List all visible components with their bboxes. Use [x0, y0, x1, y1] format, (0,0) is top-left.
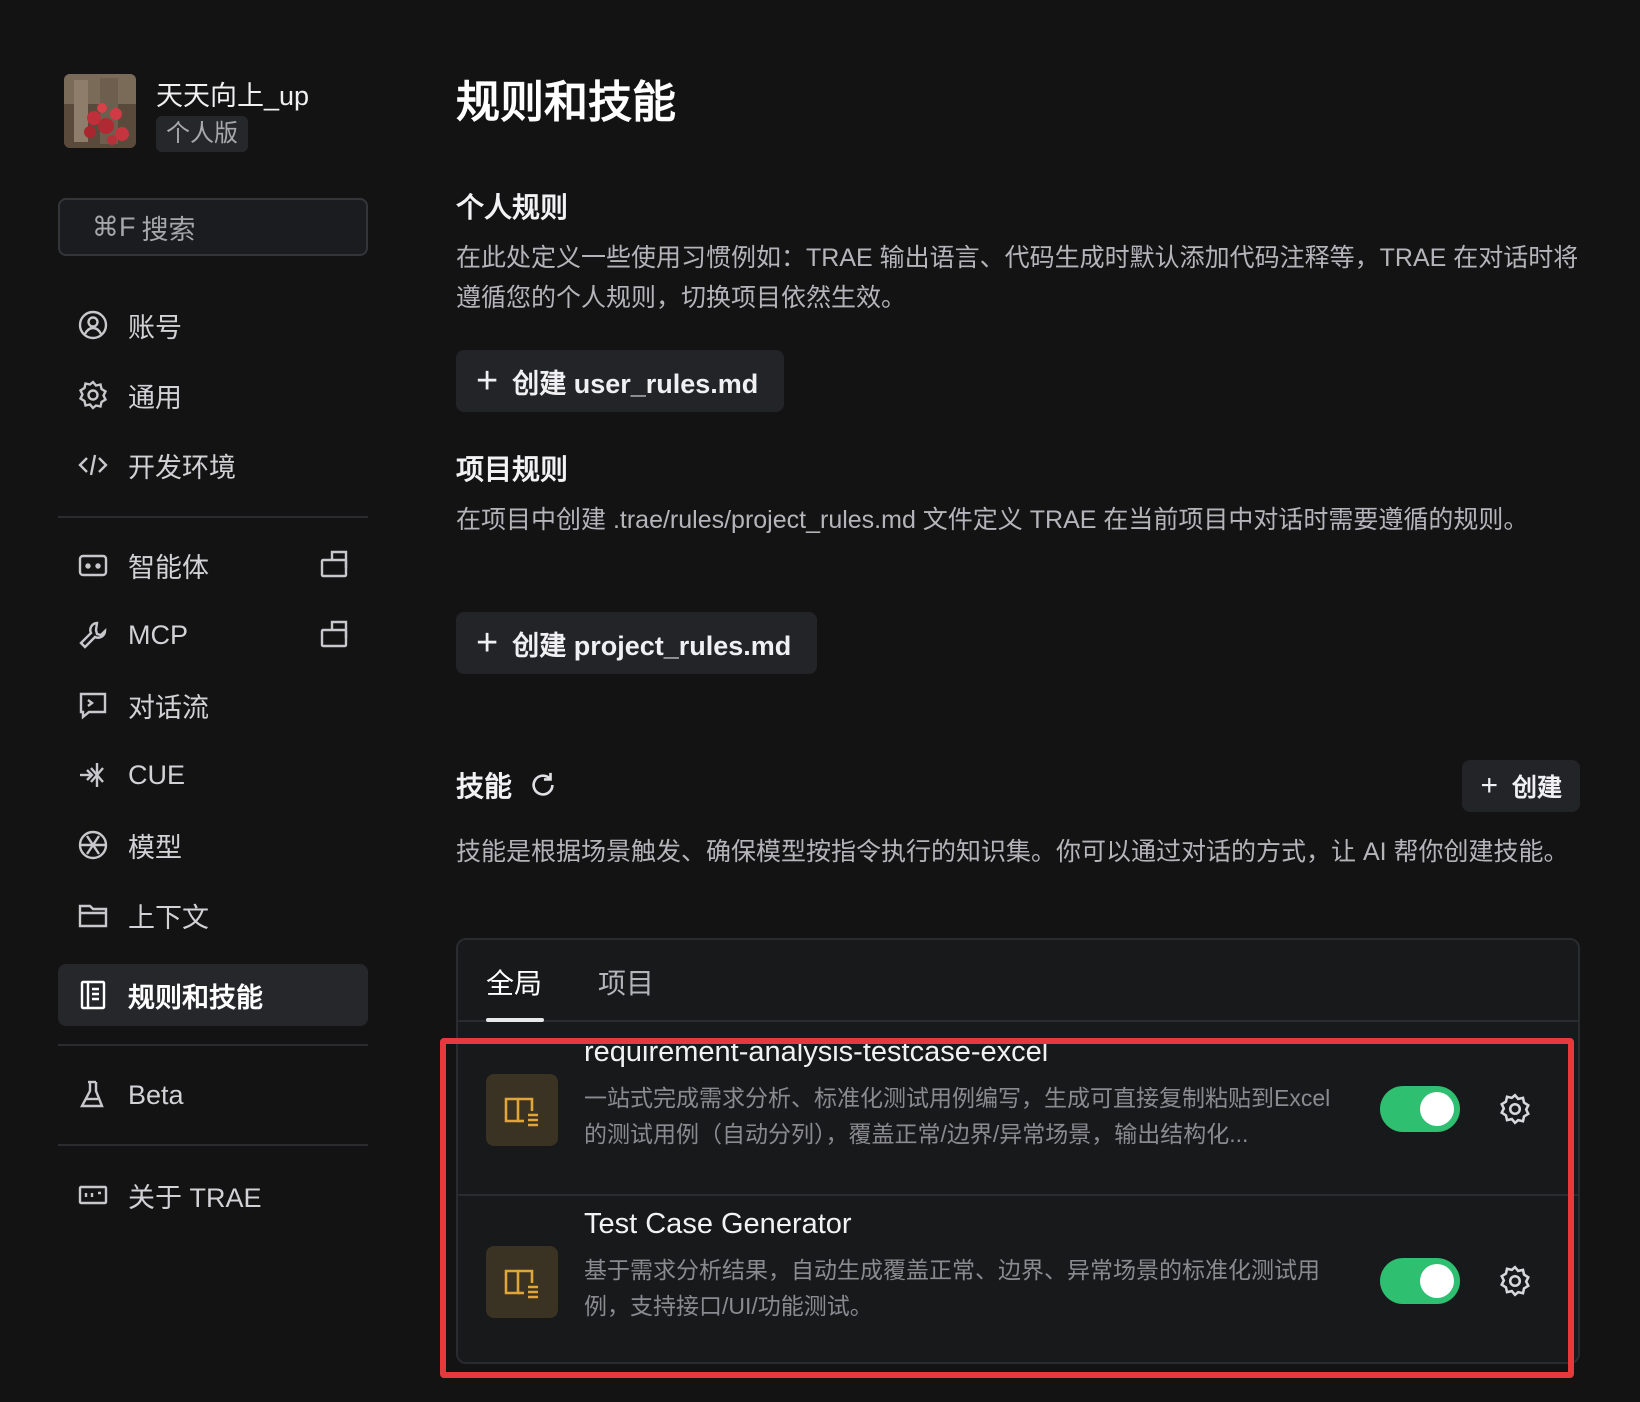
skill-description: 基于需求分析结果，自动生成覆盖正常、边界、异常场景的标准化测试用例，支持接口/U…: [584, 1257, 1320, 1319]
sidebar-item-label: 关于 TRAE: [128, 1182, 262, 1213]
create-project-rules-label: 创建 project_rules.md: [512, 630, 792, 661]
sidebar-item-mcp[interactable]: MCP: [58, 604, 368, 666]
skills-header: 技能: [456, 765, 558, 805]
sidebar-item-label: MCP: [128, 619, 188, 650]
code-icon: [76, 448, 110, 482]
sidebar: 天天向上_up 个人版 ⌘F 搜索 账号 通用 开发环境 智能体 MCP 对话流…: [0, 0, 400, 1402]
folder-icon: [76, 898, 110, 932]
plus-icon: +: [476, 360, 499, 402]
model-icon: [76, 828, 110, 862]
create-user-rules-button[interactable]: + 创建 user_rules.md: [456, 350, 785, 412]
sidebar-item-general[interactable]: 通用: [58, 364, 368, 426]
plus-icon: +: [476, 622, 499, 664]
skill-row[interactable]: requirement-analysis-testcase-excel 一站式完…: [458, 1024, 1578, 1194]
username: 天天向上_up: [156, 81, 310, 111]
skills-description: 技能是根据场景触发、确保模型按指令执行的知识集。你可以通过对话的方式，让 AI …: [456, 838, 1569, 866]
skill-description: 一站式完成需求分析、标准化测试用例编写，生成可直接复制粘贴到Excel的测试用例…: [584, 1085, 1331, 1147]
sidebar-item-label: Beta: [128, 1079, 184, 1110]
user-profile[interactable]: 天天向上_up 个人版: [64, 74, 309, 152]
book-icon: [486, 1246, 558, 1318]
sidebar-item-label: 账号: [128, 312, 182, 343]
external-link-icon[interactable]: [318, 548, 350, 580]
account-icon: [76, 308, 110, 342]
create-skill-label: 创建: [1511, 774, 1562, 802]
sidebar-item-label: 上下文: [128, 902, 209, 933]
personal-rules-description: 在此处定义一些使用习惯例如：TRAE 输出语言、代码生成时默认添加代码注释等，T…: [456, 244, 1579, 312]
skills-tabs: 全局 项目: [458, 940, 1578, 1022]
divider: [58, 516, 368, 518]
sidebar-item-label: 规则和技能: [128, 982, 263, 1013]
tab-project[interactable]: 项目: [598, 962, 654, 1002]
about-icon: [76, 1178, 110, 1212]
skills-panel: 全局 项目 requirement-analysis-testcase-exce…: [456, 938, 1580, 1364]
gear-icon[interactable]: [1498, 1092, 1532, 1126]
flask-icon: [76, 1078, 110, 1112]
wrench-icon: [76, 618, 110, 652]
sidebar-item-rules-skills[interactable]: 规则和技能: [58, 964, 368, 1026]
external-link-icon[interactable]: [318, 618, 350, 650]
skill-name: requirement-analysis-testcase-excel: [584, 1036, 1049, 1068]
avatar[interactable]: [64, 74, 136, 148]
sidebar-item-label: 开发环境: [128, 452, 236, 483]
sidebar-item-beta[interactable]: Beta: [58, 1064, 368, 1126]
sidebar-item-model[interactable]: 模型: [58, 814, 368, 876]
project-rules-title: 项目规则: [456, 454, 569, 485]
sidebar-item-label: 模型: [128, 832, 182, 863]
search-label: 搜索: [141, 214, 196, 245]
search-input[interactable]: ⌘F 搜索: [58, 198, 368, 256]
plus-icon: +: [1480, 769, 1498, 802]
sidebar-item-dev-env[interactable]: 开发环境: [58, 434, 368, 496]
skill-row[interactable]: Test Case Generator 基于需求分析结果，自动生成覆盖正常、边界…: [458, 1194, 1578, 1364]
sidebar-item-agent[interactable]: 智能体: [58, 534, 368, 596]
sidebar-item-context[interactable]: 上下文: [58, 884, 368, 946]
create-skill-button[interactable]: + 创建: [1462, 760, 1580, 812]
gear-icon: [76, 378, 110, 412]
skill-name: Test Case Generator: [584, 1208, 852, 1240]
sidebar-item-label: 智能体: [128, 552, 209, 583]
skills-title: 技能: [456, 771, 513, 802]
sidebar-item-about[interactable]: 关于 TRAE: [58, 1164, 368, 1226]
search-shortcut: ⌘F: [92, 211, 136, 242]
sidebar-item-cue[interactable]: CUE: [58, 744, 368, 806]
page-title: 规则和技能: [456, 78, 676, 127]
project-rules-description: 在项目中创建 .trae/rules/project_rules.md 文件定义…: [456, 506, 1529, 534]
tab-global[interactable]: 全局: [486, 962, 542, 1002]
sidebar-item-chat-flow[interactable]: 对话流: [58, 674, 368, 736]
edition-badge: 个人版: [156, 116, 248, 152]
chat-flow-icon: [76, 688, 110, 722]
agent-icon: [76, 548, 110, 582]
skill-enabled-toggle[interactable]: [1380, 1258, 1460, 1304]
sidebar-item-label: CUE: [128, 759, 186, 790]
book-icon: [486, 1074, 558, 1146]
skill-enabled-toggle[interactable]: [1380, 1086, 1460, 1132]
sidebar-item-account[interactable]: 账号: [58, 294, 368, 356]
divider: [58, 1044, 368, 1046]
divider: [58, 1144, 368, 1146]
sidebar-item-label: 通用: [128, 382, 182, 413]
cue-icon: [76, 758, 110, 792]
create-user-rules-label: 创建 user_rules.md: [512, 368, 759, 399]
sidebar-item-label: 对话流: [128, 692, 209, 723]
active-tab-indicator: [486, 1018, 544, 1022]
create-project-rules-button[interactable]: + 创建 project_rules.md: [456, 612, 818, 674]
personal-rules-title: 个人规则: [456, 192, 569, 223]
refresh-icon[interactable]: [528, 770, 558, 800]
rules-icon: [76, 978, 110, 1012]
gear-icon[interactable]: [1498, 1264, 1532, 1298]
